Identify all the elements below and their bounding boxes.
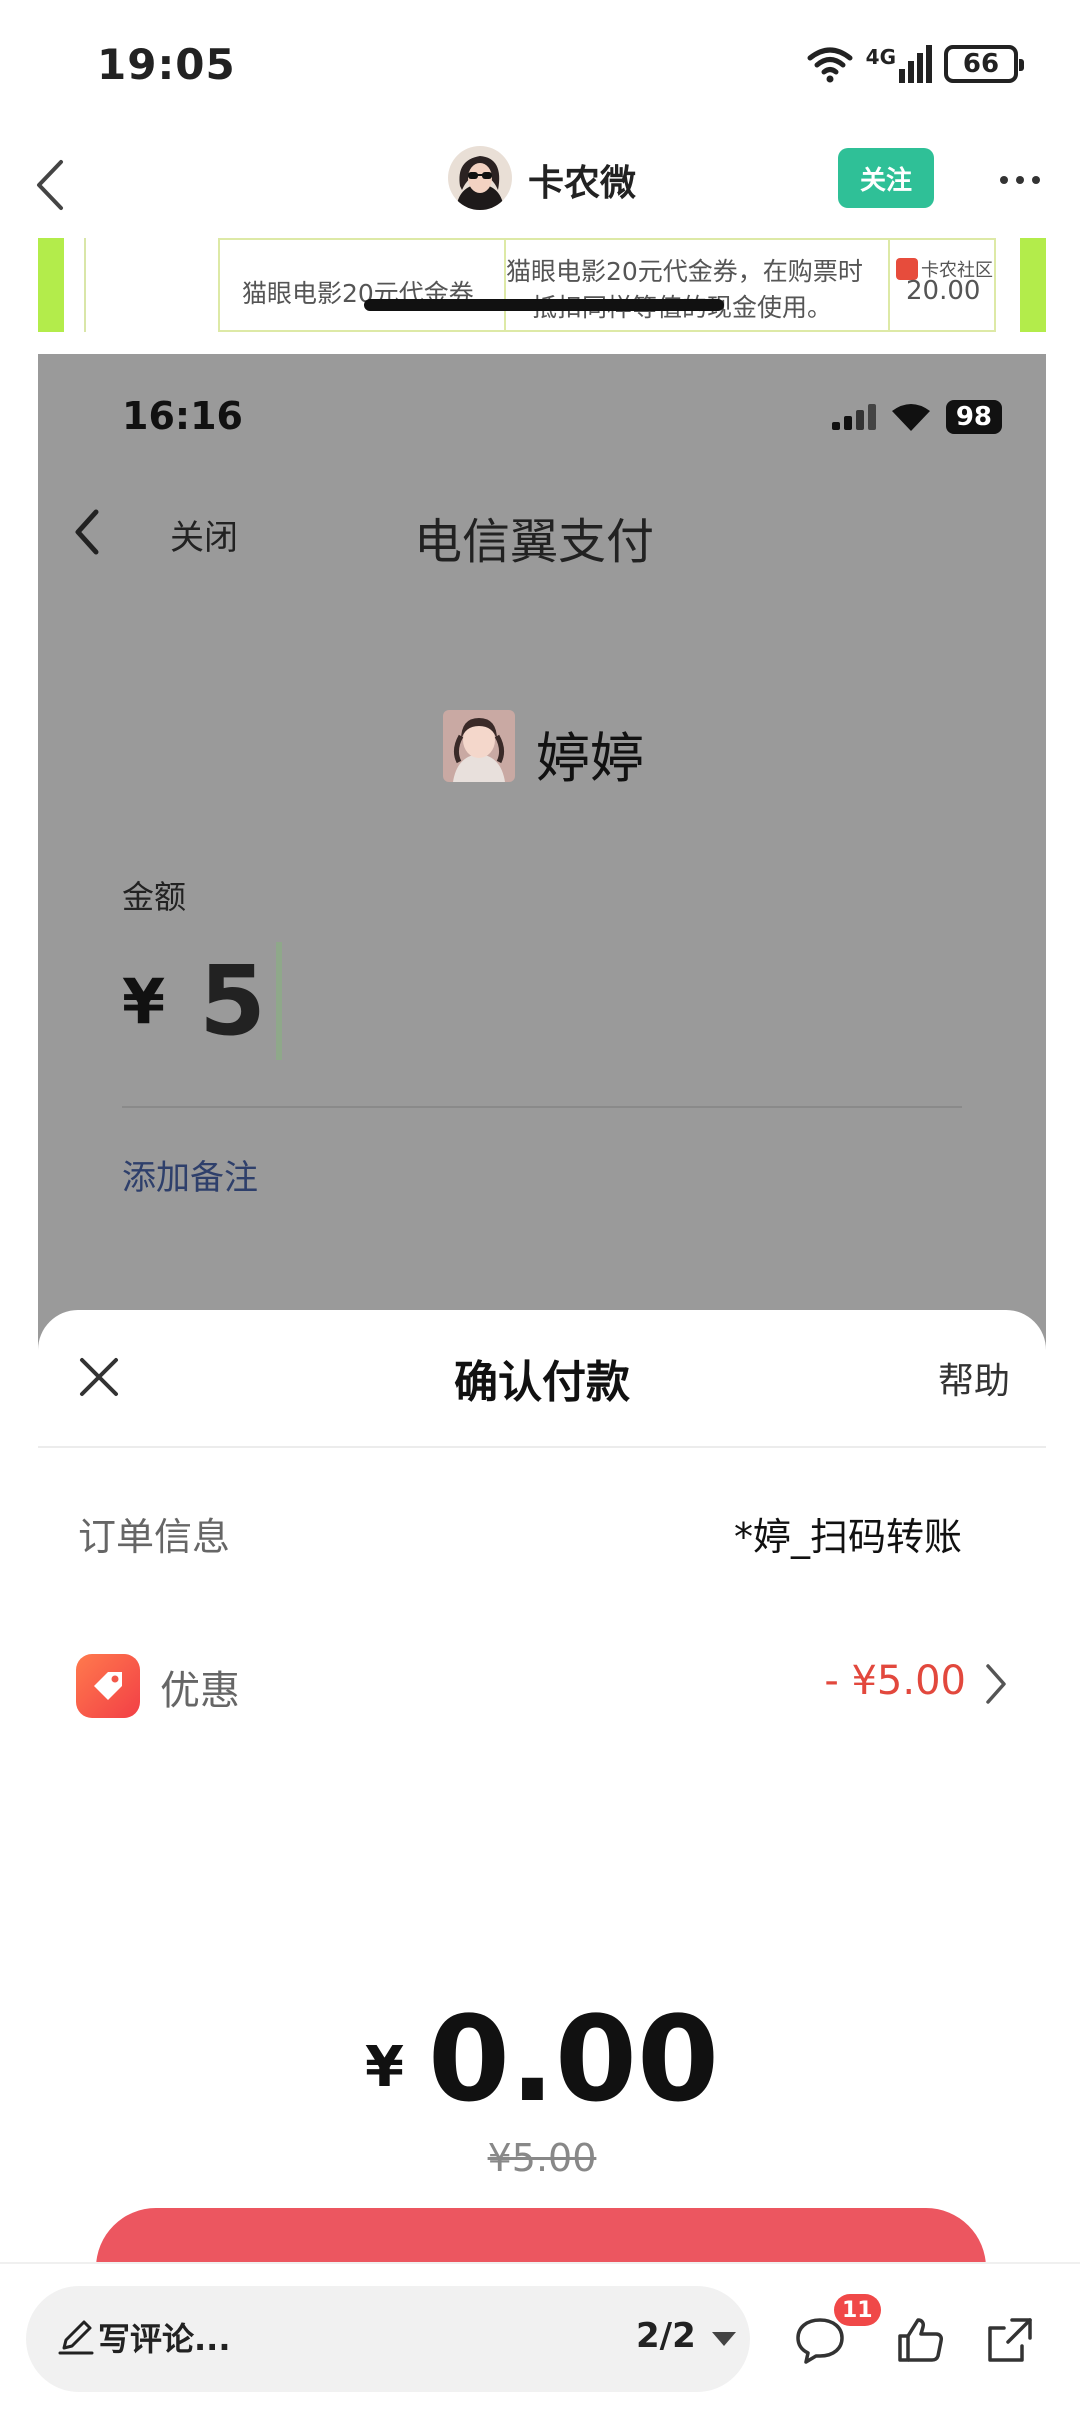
payable-amount: ¥ 0.00 bbox=[38, 2000, 1046, 2118]
chevron-right-icon bbox=[986, 1664, 1006, 1704]
share-icon[interactable] bbox=[982, 2312, 1038, 2368]
bottom-action-bar: 写评论... 2/2 11 bbox=[0, 2262, 1080, 2412]
wifi-icon bbox=[807, 47, 853, 83]
chevron-left-icon bbox=[75, 509, 99, 555]
payee-avatar bbox=[443, 710, 515, 782]
help-link[interactable]: 帮助 bbox=[938, 1352, 1010, 1404]
confirm-pay-button[interactable] bbox=[96, 2208, 986, 2264]
signal-icon: 4G bbox=[866, 45, 932, 83]
ad-accent-left bbox=[38, 238, 64, 332]
original-amount: ¥5.00 bbox=[487, 2136, 597, 2180]
follow-button[interactable]: 关注 bbox=[838, 148, 934, 208]
battery-level: 66 bbox=[962, 49, 1000, 79]
pay-amount-value: 0.00 bbox=[427, 1990, 720, 2128]
battery-icon: 66 bbox=[944, 45, 1024, 83]
sheet-divider bbox=[38, 1446, 1046, 1448]
order-info-value: *婷_扫码转账 bbox=[733, 1515, 962, 1559]
inner-back-icon[interactable] bbox=[72, 502, 124, 562]
ad-card-description[interactable]: 猫眼电影20元代金券，在购票时 抵扣同样等值的现金使用。 bbox=[504, 238, 890, 332]
inner-status-time: 16:16 bbox=[122, 394, 243, 438]
comment-placeholder: 写评论... bbox=[98, 2320, 231, 2358]
like-icon[interactable] bbox=[892, 2312, 948, 2368]
chevron-left-icon bbox=[37, 160, 63, 210]
payee-name: 婷婷 bbox=[536, 727, 644, 790]
status-time: 19:05 bbox=[97, 40, 236, 89]
inner-page-title: 电信翼支付 bbox=[414, 514, 655, 570]
system-icons: 4G 66 bbox=[806, 42, 1024, 86]
network-type: 4G bbox=[865, 45, 896, 69]
order-info-label: 订单信息 bbox=[78, 1515, 231, 1559]
ad-card-coupon[interactable]: 猫眼电影20元代金券 bbox=[218, 238, 506, 332]
dot bbox=[1032, 176, 1040, 184]
amount-divider bbox=[122, 1106, 962, 1108]
ad-card-price[interactable]: 卡农社区 20.00 bbox=[888, 238, 996, 332]
more-options-button[interactable] bbox=[990, 160, 1050, 200]
ad-scroll-indicator bbox=[364, 299, 724, 311]
dot bbox=[1016, 176, 1024, 184]
pay-currency-symbol: ¥ bbox=[364, 2035, 404, 2100]
inner-close-link[interactable]: 关闭 bbox=[170, 510, 238, 559]
ad-price: 20.00 bbox=[906, 276, 981, 306]
page-indicator[interactable]: 2/2 bbox=[636, 2316, 696, 2356]
amount-label: 金额 bbox=[122, 878, 187, 916]
inner-battery-icon: 98 bbox=[945, 400, 1002, 434]
wifi-icon bbox=[891, 404, 930, 431]
text-caret bbox=[275, 942, 282, 1060]
author-avatar[interactable] bbox=[448, 146, 512, 210]
ad-accent-right bbox=[1020, 238, 1046, 332]
confirm-payment-sheet: 确认付款 帮助 订单信息 *婷_扫码转账 优惠 - ¥5.00 ¥ 0.00 ¥… bbox=[38, 1310, 1046, 2264]
dot bbox=[1000, 176, 1008, 184]
comment-input[interactable]: 写评论... 2/2 bbox=[26, 2286, 750, 2392]
back-button[interactable] bbox=[20, 150, 80, 220]
pen-icon bbox=[58, 2320, 94, 2355]
discount-tag-icon bbox=[76, 1654, 140, 1718]
author-name[interactable]: 卡农微 bbox=[528, 154, 636, 206]
status-bar: 19:05 4G 66 bbox=[0, 0, 1080, 135]
currency-symbol: ¥ bbox=[122, 964, 166, 1038]
discount-label[interactable]: 优惠 bbox=[160, 1658, 240, 1716]
ad-banner[interactable]: 猫眼电影20元代金券 猫眼电影20元代金券，在购票时 抵扣同样等值的现金使用。 … bbox=[38, 238, 1046, 332]
discount-value[interactable]: - ¥5.00 bbox=[824, 1658, 966, 1704]
comment-count-badge: 11 bbox=[834, 2294, 881, 2326]
signal-icon bbox=[831, 404, 876, 430]
ad-desc-line1: 猫眼电影20元代金券，在购票时 bbox=[506, 257, 863, 286]
inner-system-icons: 98 bbox=[831, 400, 1002, 434]
sheet-title: 确认付款 bbox=[454, 1357, 630, 1408]
post-image[interactable]: 16:16 98 关闭 电信翼支付 婷婷 金额 ¥ 5 添加备注 确认付款 帮助… bbox=[38, 354, 1046, 2264]
add-note-link[interactable]: 添加备注 bbox=[122, 1150, 258, 1199]
ad-divider bbox=[84, 238, 86, 332]
amount-value: 5 bbox=[199, 945, 266, 1057]
discount-chevron[interactable] bbox=[982, 1662, 1010, 1706]
post-header: 卡农微 关注 bbox=[0, 140, 1080, 240]
amount-input[interactable]: ¥ 5 bbox=[122, 942, 282, 1060]
caret-down-icon[interactable] bbox=[712, 2332, 736, 2346]
